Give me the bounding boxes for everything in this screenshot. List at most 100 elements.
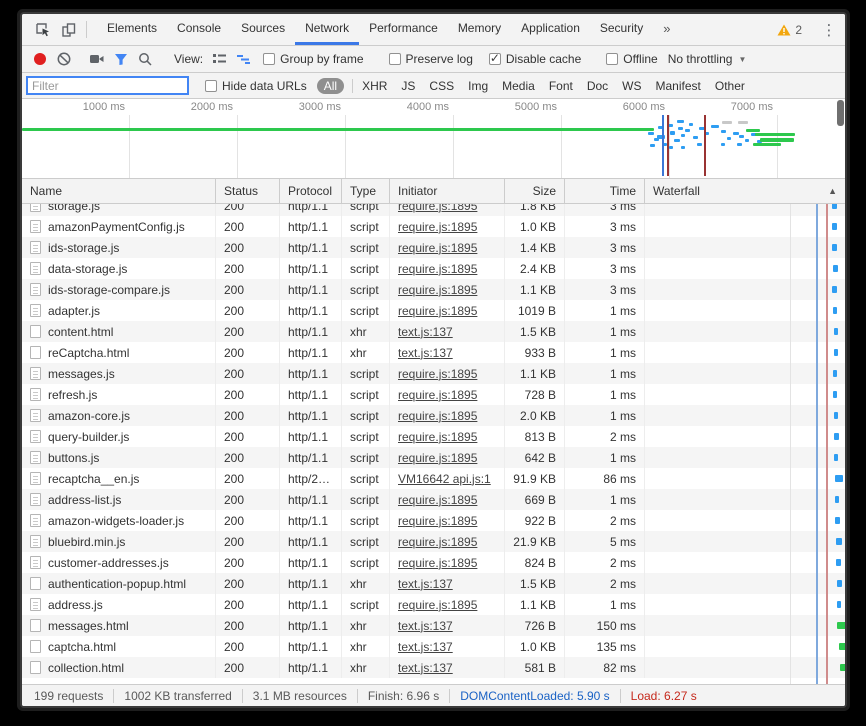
tab-application[interactable]: Application (511, 14, 590, 45)
device-toolbar-icon[interactable] (56, 14, 82, 45)
initiator-link[interactable]: require.js:1895 (398, 262, 477, 276)
show-overview-icon[interactable] (231, 48, 255, 70)
initiator-link[interactable]: require.js:1895 (398, 598, 477, 612)
table-row[interactable]: adapter.js200http/1.1scriptrequire.js:18… (22, 300, 845, 321)
preserve-log-checkbox[interactable]: Preserve log (389, 52, 473, 66)
use-large-rows-icon[interactable] (207, 48, 231, 70)
tab-memory[interactable]: Memory (448, 14, 511, 45)
table-row[interactable]: amazonPaymentConfig.js200http/1.1scriptr… (22, 216, 845, 237)
column-header-size[interactable]: Size (505, 179, 565, 203)
filter-type-font[interactable]: Font (549, 79, 573, 93)
record-network-log-button[interactable] (28, 48, 52, 70)
overview-request-bar (721, 143, 725, 146)
filter-type-js[interactable]: JS (401, 79, 415, 93)
filter-type-css[interactable]: CSS (429, 79, 454, 93)
initiator-link[interactable]: require.js:1895 (398, 388, 477, 402)
initiator-link[interactable]: require.js:1895 (398, 451, 477, 465)
initiator-link[interactable]: text.js:137 (398, 619, 453, 633)
column-header-status[interactable]: Status (216, 179, 280, 203)
table-row[interactable]: recaptcha__en.js200http/2…scriptVM16642 … (22, 468, 845, 489)
table-row[interactable]: bluebird.min.js200http/1.1scriptrequire.… (22, 531, 845, 552)
filter-type-img[interactable]: Img (468, 79, 488, 93)
table-row[interactable]: buttons.js200http/1.1scriptrequire.js:18… (22, 447, 845, 468)
filter-icon[interactable] (109, 48, 133, 70)
search-icon[interactable] (133, 48, 157, 70)
column-header-protocol[interactable]: Protocol (280, 179, 342, 203)
initiator-link[interactable]: text.js:137 (398, 640, 453, 654)
column-header-initiator[interactable]: Initiator (390, 179, 505, 203)
initiator-link[interactable]: require.js:1895 (398, 556, 477, 570)
group-by-frame-checkbox[interactable]: Group by frame (263, 52, 363, 66)
tab-performance[interactable]: Performance (359, 14, 448, 45)
table-row[interactable]: amazon-core.js200http/1.1scriptrequire.j… (22, 405, 845, 426)
filter-input[interactable] (26, 76, 189, 95)
initiator-link[interactable]: require.js:1895 (398, 204, 477, 213)
tab-sources[interactable]: Sources (231, 14, 295, 45)
initiator-link[interactable]: require.js:1895 (398, 241, 477, 255)
table-row[interactable]: reCaptcha.html200http/1.1xhrtext.js:1379… (22, 342, 845, 363)
table-row[interactable]: amazon-widgets-loader.js200http/1.1scrip… (22, 510, 845, 531)
hide-data-urls-checkbox[interactable]: Hide data URLs (205, 79, 307, 93)
initiator-link[interactable]: require.js:1895 (398, 409, 477, 423)
filter-type-media[interactable]: Media (502, 79, 535, 93)
throttling-dropdown[interactable]: No throttling ▼ (668, 52, 747, 66)
inspect-element-icon[interactable] (30, 14, 56, 45)
filter-type-xhr[interactable]: XHR (362, 79, 387, 93)
table-row[interactable]: data-storage.js200http/1.1scriptrequire.… (22, 258, 845, 279)
table-row[interactable]: captcha.html200http/1.1xhrtext.js:1371.0… (22, 636, 845, 657)
initiator-link[interactable]: require.js:1895 (398, 304, 477, 318)
initiator-link[interactable]: require.js:1895 (398, 367, 477, 381)
waterfall-bar (833, 370, 837, 377)
column-header-waterfall[interactable]: Waterfall▲ (645, 179, 845, 203)
initiator-link[interactable]: require.js:1895 (398, 535, 477, 549)
tab-console[interactable]: Console (167, 14, 231, 45)
network-overview[interactable]: 1000 ms2000 ms3000 ms4000 ms5000 ms6000 … (22, 99, 845, 179)
disable-cache-checkbox[interactable]: Disable cache (489, 52, 581, 66)
table-row[interactable]: storage.js200http/1.1scriptrequire.js:18… (22, 204, 845, 216)
cell-protocol: http/1.1 (280, 321, 342, 342)
offline-checkbox[interactable]: Offline (606, 52, 657, 66)
table-row[interactable]: refresh.js200http/1.1scriptrequire.js:18… (22, 384, 845, 405)
table-row[interactable]: address.js200http/1.1scriptrequire.js:18… (22, 594, 845, 615)
capture-screenshots-icon[interactable] (85, 48, 109, 70)
initiator-link[interactable]: require.js:1895 (398, 283, 477, 297)
initiator-link[interactable]: text.js:137 (398, 661, 453, 675)
initiator-link[interactable]: VM16642 api.js:1 (398, 472, 491, 486)
initiator-link[interactable]: text.js:137 (398, 346, 453, 360)
table-row[interactable]: ids-storage-compare.js200http/1.1scriptr… (22, 279, 845, 300)
table-row[interactable]: messages.html200http/1.1xhrtext.js:13772… (22, 615, 845, 636)
filter-type-manifest[interactable]: Manifest (656, 79, 701, 93)
table-row[interactable]: customer-addresses.js200http/1.1scriptre… (22, 552, 845, 573)
clear-network-log-button[interactable] (52, 48, 76, 70)
column-header-type[interactable]: Type (342, 179, 390, 203)
tab-elements[interactable]: Elements (97, 14, 167, 45)
table-row[interactable]: address-list.js200http/1.1scriptrequire.… (22, 489, 845, 510)
initiator-link[interactable]: text.js:137 (398, 577, 453, 591)
filter-type-doc[interactable]: Doc (587, 79, 608, 93)
devtools-menu-icon[interactable]: ⋮ (817, 21, 841, 39)
sort-ascending-icon[interactable]: ▲ (828, 186, 837, 196)
table-row[interactable]: collection.html200http/1.1xhrtext.js:137… (22, 657, 845, 678)
initiator-link[interactable]: require.js:1895 (398, 514, 477, 528)
column-header-time[interactable]: Time (565, 179, 645, 203)
column-header-name[interactable]: Name (22, 179, 216, 203)
filter-type-all[interactable]: All (317, 78, 344, 94)
table-row[interactable]: authentication-popup.html200http/1.1xhrt… (22, 573, 845, 594)
overview-scrollbar-thumb[interactable] (837, 100, 844, 126)
waterfall-bar (839, 643, 845, 650)
table-row[interactable]: ids-storage.js200http/1.1scriptrequire.j… (22, 237, 845, 258)
initiator-link[interactable]: require.js:1895 (398, 220, 477, 234)
table-row[interactable]: content.html200http/1.1xhrtext.js:1371.5… (22, 321, 845, 342)
table-row[interactable]: query-builder.js200http/1.1scriptrequire… (22, 426, 845, 447)
initiator-link[interactable]: text.js:137 (398, 325, 453, 339)
tab-network[interactable]: Network (295, 14, 359, 45)
tab-security[interactable]: Security (590, 14, 653, 45)
initiator-link[interactable]: require.js:1895 (398, 430, 477, 444)
filter-type-other[interactable]: Other (715, 79, 745, 93)
cell-size: 1.0 KB (505, 636, 565, 657)
more-tabs-button[interactable]: » (653, 14, 680, 45)
initiator-link[interactable]: require.js:1895 (398, 493, 477, 507)
table-row[interactable]: messages.js200http/1.1scriptrequire.js:1… (22, 363, 845, 384)
filter-type-ws[interactable]: WS (622, 79, 641, 93)
console-warnings-badge[interactable]: 2 (771, 23, 808, 37)
